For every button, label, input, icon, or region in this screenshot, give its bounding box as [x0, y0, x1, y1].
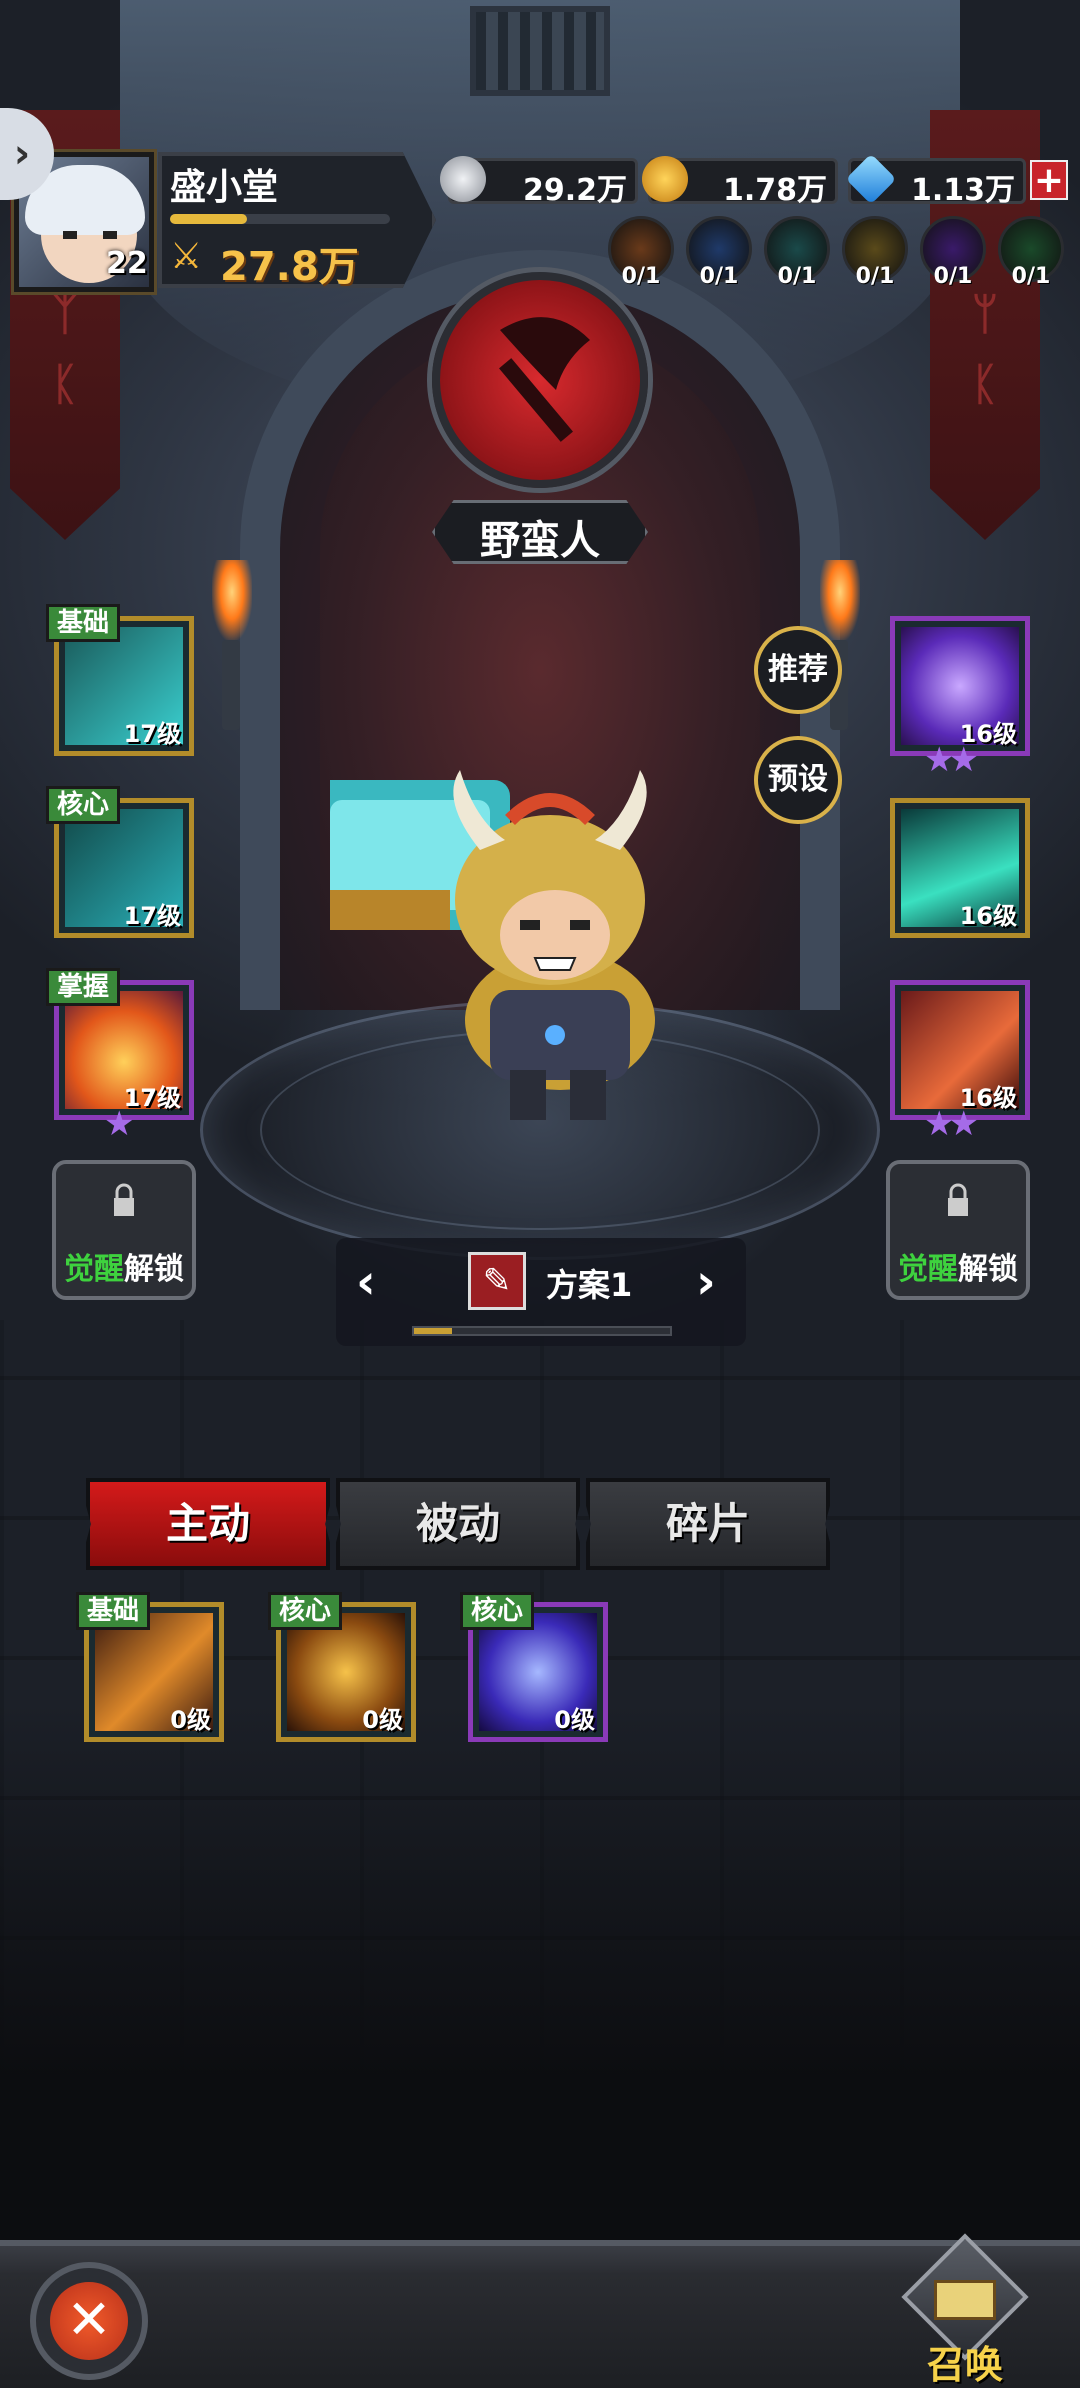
preset-name: 方案1 — [546, 1266, 633, 1304]
right-skill-slot-1[interactable]: 16级 — [890, 616, 1030, 756]
tab-passive[interactable]: 被动 — [336, 1478, 580, 1570]
summon-label: 召唤 — [926, 2343, 1003, 2387]
tab-active[interactable]: 主动 — [86, 1478, 330, 1570]
preset-button[interactable]: 预设 — [754, 736, 842, 824]
book-icon — [934, 2280, 996, 2320]
skill-tag-basic: 基础 — [46, 604, 121, 642]
player-level: 22 — [106, 246, 148, 281]
awaken-label: 觉醒 — [64, 1252, 124, 1287]
add-diamond-button[interactable]: + — [1030, 160, 1068, 200]
element-count: 0/1 — [855, 264, 895, 289]
skill-stars: ★ — [104, 1104, 135, 1144]
axe-icon — [499, 317, 590, 442]
awaken-slot-right[interactable]: 觉醒解锁 — [886, 1160, 1030, 1300]
skill-stars: ★★ — [924, 740, 979, 780]
torch-right-flame — [820, 560, 860, 640]
preset-selector: ‹ ✎ 方案1 › — [336, 1238, 746, 1346]
element-count: 0/1 — [699, 264, 739, 289]
class-emblem[interactable] — [432, 272, 648, 488]
unlock-label: 解锁 — [124, 1252, 184, 1287]
tab-fragments[interactable]: 碎片 — [586, 1478, 830, 1570]
torch-left-flame — [212, 560, 252, 640]
recommend-button[interactable]: 推荐 — [754, 626, 842, 714]
exp-bar — [170, 214, 390, 224]
gold-coin-icon — [642, 156, 688, 202]
player-name: 盛小堂 — [170, 167, 279, 208]
lock-icon — [114, 1183, 134, 1216]
lock-icon — [948, 1183, 968, 1216]
class-name: 野蛮人 — [480, 518, 600, 564]
torch-left-stick — [222, 640, 240, 730]
summon-button[interactable]: 召唤 — [890, 2233, 1040, 2388]
skill-tag-mastery: 掌握 — [46, 968, 121, 1006]
bottom-shadow — [0, 1700, 1080, 2240]
skill-tag-core: 核心 — [460, 1592, 535, 1630]
ceiling-vent — [470, 6, 610, 96]
element-count: 0/1 — [933, 264, 973, 289]
skill-tag-basic: 基础 — [76, 1592, 151, 1630]
element-count: 0/1 — [777, 264, 817, 289]
power-value: 27.8万 — [220, 244, 359, 290]
right-skill-slot-2[interactable]: 16级 — [890, 798, 1030, 938]
edit-preset-icon[interactable]: ✎ — [468, 1252, 526, 1310]
preset-progress-bar — [412, 1326, 672, 1336]
preset-next-button[interactable]: › — [696, 1254, 716, 1310]
close-icon: ✕ — [50, 2282, 128, 2360]
crossed-swords-icon: ⚔ — [170, 236, 203, 277]
skill-stars: ★★ — [924, 1104, 979, 1144]
close-button[interactable]: ✕ — [30, 2262, 148, 2380]
element-count: 0/1 — [1011, 264, 1051, 289]
awaken-label: 觉醒 — [898, 1252, 958, 1287]
unlock-label: 解锁 — [958, 1252, 1018, 1287]
silver-coin-icon — [440, 156, 486, 202]
awaken-slot-left[interactable]: 觉醒解锁 — [52, 1160, 196, 1300]
skill-tag-core: 核心 — [46, 786, 121, 824]
preset-prev-button[interactable]: ‹ — [356, 1254, 376, 1310]
barbarian-hero — [330, 770, 655, 1120]
skill-tag-core: 核心 — [268, 1592, 343, 1630]
right-skill-slot-3[interactable]: 16级 — [890, 980, 1030, 1120]
